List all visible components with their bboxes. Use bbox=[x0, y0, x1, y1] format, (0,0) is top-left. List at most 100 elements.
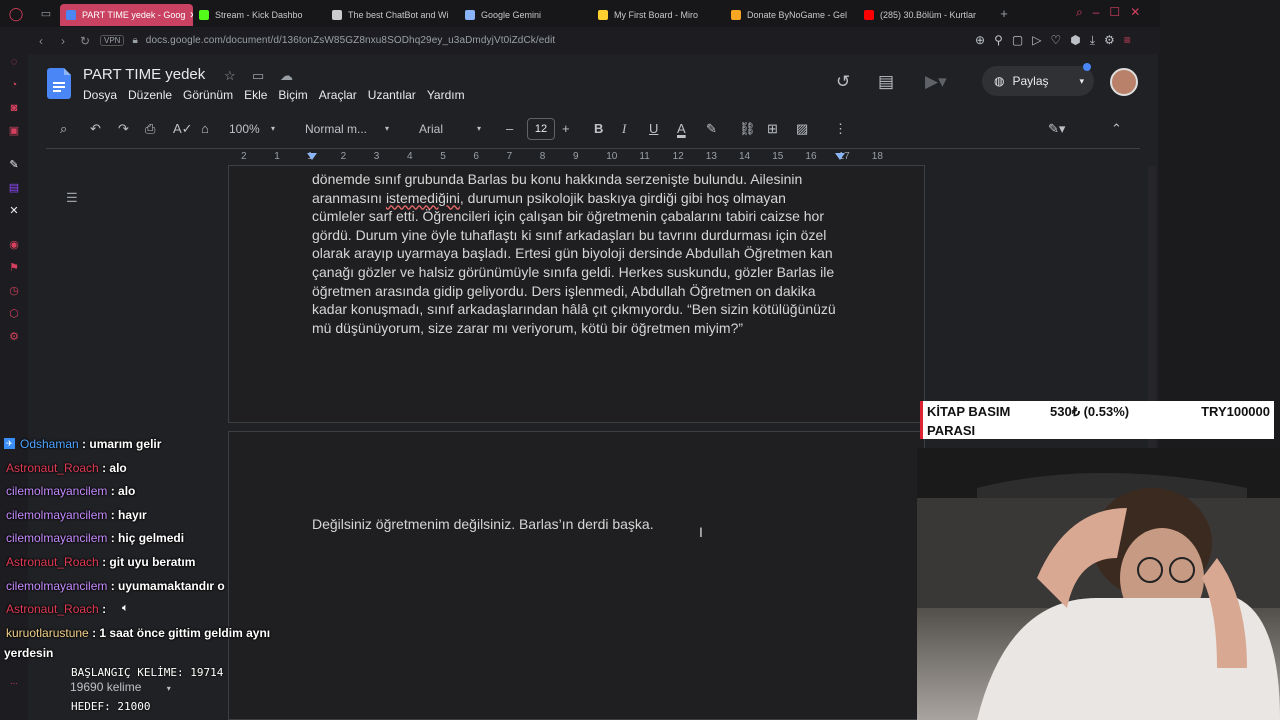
browser-tab[interactable]: (285) 30.Bölüm - Kurtlar bbox=[858, 4, 991, 26]
ruler[interactable]: 2 1 1 2 3 4 5 6 7 8 9 10 11 12 13 14 15 16 17 18 bbox=[228, 151, 925, 165]
sidebar-instagram-icon[interactable]: ◙ bbox=[7, 101, 21, 115]
menu-item[interactable]: Görünüm bbox=[183, 88, 233, 102]
font-dropdown-icon[interactable]: ▾ bbox=[477, 124, 481, 133]
chat-username[interactable]: cilemolmayancilem bbox=[6, 484, 107, 498]
font-size-input[interactable]: 12 bbox=[527, 118, 555, 140]
extensions-icon[interactable]: ⬢ bbox=[1070, 33, 1080, 48]
close-tab-icon[interactable]: ✕ bbox=[185, 10, 193, 21]
pin-icon[interactable]: ⚲ bbox=[994, 33, 1003, 48]
account-avatar[interactable] bbox=[1110, 68, 1138, 96]
document-paragraph[interactable]: dönemde sınıf grubunda Barlas bu konu ha… bbox=[312, 170, 852, 337]
snapshot-icon[interactable]: ▢ bbox=[1012, 33, 1023, 48]
menu-icon[interactable]: ≡ bbox=[1124, 33, 1131, 48]
text-color-icon[interactable]: A bbox=[677, 121, 686, 136]
sidebar-mail-icon[interactable]: ▣ bbox=[7, 124, 21, 138]
search-tabs-icon[interactable]: ⌕ bbox=[1076, 5, 1083, 20]
document-title[interactable]: PART TIME yedek bbox=[83, 66, 205, 83]
search-menus-icon[interactable]: ⌕ bbox=[60, 121, 67, 137]
docs-logo-icon[interactable] bbox=[47, 68, 71, 99]
bold-icon[interactable]: B bbox=[594, 121, 603, 136]
heart-icon[interactable]: ♡ bbox=[1050, 33, 1061, 48]
more-options-icon[interactable]: ⋮ bbox=[834, 121, 847, 137]
document-outline-icon[interactable]: ☰ bbox=[66, 190, 78, 206]
new-tab-icon[interactable]: + bbox=[991, 6, 1017, 21]
document-page[interactable] bbox=[228, 431, 925, 720]
reload-icon[interactable]: ↻ bbox=[74, 34, 96, 48]
insert-image-icon[interactable]: ▨ bbox=[796, 121, 808, 137]
meet-icon[interactable]: ▶▾ bbox=[925, 72, 947, 92]
share-button[interactable]: ◍ Paylaş ▾ bbox=[982, 66, 1094, 96]
star-icon[interactable]: ☆ bbox=[224, 68, 236, 84]
underline-icon[interactable]: U bbox=[649, 121, 658, 136]
chat-username[interactable]: kuruotlarustune bbox=[6, 626, 89, 640]
browser-tab[interactable]: My First Board - Miro bbox=[592, 4, 725, 26]
comments-icon[interactable]: ▤ bbox=[878, 72, 894, 92]
menu-item[interactable]: Uzantılar bbox=[368, 88, 416, 102]
url-input[interactable]: docs.google.com/document/d/136tonZsW85GZ… bbox=[146, 35, 555, 46]
italic-icon[interactable]: I bbox=[622, 121, 626, 137]
sidebar-pin-icon[interactable]: ⚑ bbox=[7, 261, 21, 275]
chat-username[interactable]: Astronaut_Roach bbox=[6, 461, 99, 475]
chat-username[interactable]: Astronaut_Roach bbox=[6, 555, 99, 569]
minimize-icon[interactable]: – bbox=[1093, 5, 1100, 20]
browser-tab[interactable]: Stream - Kick Dashbo bbox=[193, 4, 326, 26]
browser-tab[interactable]: The best ChatBot and Wi bbox=[326, 4, 459, 26]
word-count-badge[interactable]: 19690 kelime ▾ bbox=[70, 680, 171, 694]
page2-paragraph[interactable]: Değilsiniz öğretmenim değilsiniz. Barlas… bbox=[312, 516, 654, 532]
style-dropdown-icon[interactable]: ▾ bbox=[385, 124, 389, 133]
back-icon[interactable]: ‹ bbox=[30, 34, 52, 48]
forward-icon[interactable]: › bbox=[52, 34, 74, 48]
cloud-status-icon[interactable]: ☁ bbox=[280, 68, 293, 84]
sidebar-messenger-icon[interactable]: ◔ bbox=[7, 78, 21, 92]
browser-tab[interactable]: PART TIME yedek - Goog✕ bbox=[60, 4, 193, 26]
misspelled-word[interactable]: istemediğini bbox=[386, 190, 460, 206]
share-dropdown-icon[interactable]: ▾ bbox=[1079, 76, 1084, 87]
sidebar-more-icon[interactable]: ⋯ bbox=[7, 677, 21, 691]
zoom-dropdown-icon[interactable]: ▾ bbox=[271, 124, 275, 133]
download-icon[interactable]: ⤓ bbox=[1090, 33, 1095, 48]
menu-item[interactable]: Düzenle bbox=[128, 88, 172, 102]
chat-username[interactable]: Astronaut_Roach bbox=[6, 602, 99, 616]
spellcheck-icon[interactable]: A✓ bbox=[173, 121, 193, 137]
increase-font-icon[interactable]: + bbox=[562, 121, 570, 136]
editing-mode-icon[interactable]: ✎▾ bbox=[1048, 121, 1065, 137]
sidebar-player-icon[interactable]: ◉ bbox=[7, 238, 21, 252]
menu-item[interactable]: Ekle bbox=[244, 88, 267, 102]
chat-username[interactable]: cilemolmayancilem bbox=[6, 579, 107, 593]
font-select[interactable]: Arial bbox=[419, 122, 443, 136]
menu-item[interactable]: Biçim bbox=[278, 88, 307, 102]
browser-tab[interactable]: Google Gemini bbox=[459, 4, 592, 26]
zoom-icon[interactable]: ⊕ bbox=[975, 33, 985, 48]
redo-icon[interactable]: ↷ bbox=[118, 121, 129, 137]
maximize-icon[interactable]: ☐ bbox=[1109, 5, 1120, 20]
chat-username[interactable]: cilemolmayancilem bbox=[6, 508, 107, 522]
browser-tab[interactable]: Donate ByNoGame - Gel bbox=[725, 4, 858, 26]
add-comment-icon[interactable]: ⊞ bbox=[767, 121, 778, 137]
menu-item[interactable]: Araçlar bbox=[319, 88, 357, 102]
close-window-icon[interactable]: ✕ bbox=[1130, 5, 1140, 20]
version-history-icon[interactable]: ↺ bbox=[836, 72, 850, 92]
right-indent-marker[interactable] bbox=[835, 153, 845, 160]
sidebar-history-icon[interactable]: ◷ bbox=[7, 284, 21, 298]
menu-item[interactable]: Dosya bbox=[83, 88, 117, 102]
play-icon[interactable]: ▷ bbox=[1032, 33, 1041, 48]
link-icon[interactable]: ⛓ bbox=[739, 121, 756, 137]
menu-item[interactable]: Yardım bbox=[427, 88, 465, 102]
print-icon[interactable]: ⎙ bbox=[145, 121, 155, 137]
tab-menu-icon[interactable]: ▭ bbox=[32, 7, 60, 20]
paint-format-icon[interactable]: ⌂ bbox=[201, 121, 209, 136]
settings-icon[interactable]: ⚙ bbox=[1104, 33, 1115, 48]
sidebar-aria-icon[interactable]: ◌ bbox=[7, 55, 21, 69]
sidebar-x-icon[interactable]: ✕ bbox=[7, 204, 21, 218]
chat-username[interactable]: cilemolmayancilem bbox=[6, 531, 107, 545]
sidebar-twitch-icon[interactable]: ▤ bbox=[7, 181, 21, 195]
undo-icon[interactable]: ↶ bbox=[90, 121, 101, 137]
word-count-dropdown-icon[interactable]: ▾ bbox=[167, 684, 171, 693]
move-folder-icon[interactable]: ▭ bbox=[252, 68, 264, 84]
decrease-font-icon[interactable]: – bbox=[506, 121, 513, 136]
chat-username[interactable]: Odshaman bbox=[20, 437, 79, 451]
highlight-icon[interactable]: ✎ bbox=[706, 121, 717, 137]
zoom-select[interactable]: 100% bbox=[229, 122, 260, 136]
sidebar-extensions-icon[interactable]: ⬡ bbox=[7, 307, 21, 321]
style-select[interactable]: Normal m... bbox=[305, 122, 367, 136]
